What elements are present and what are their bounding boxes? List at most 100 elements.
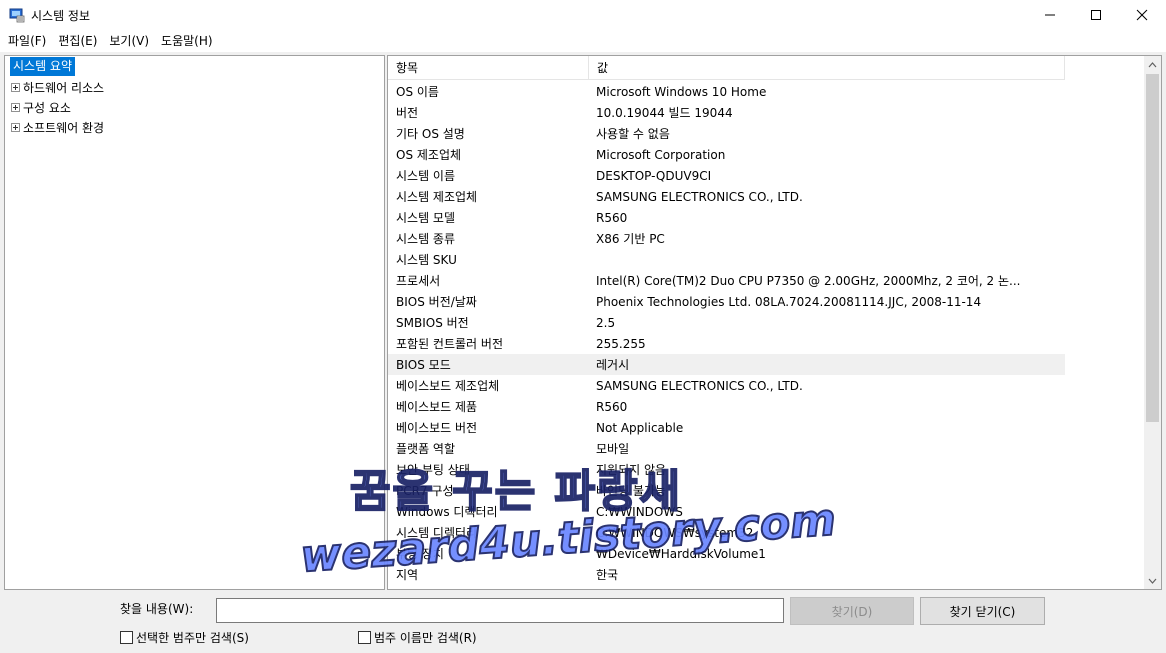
row-item-cell: 베이스보드 제조업체 (396, 379, 500, 393)
list-row[interactable]: SMBIOS 버전 2.5 (388, 312, 1145, 333)
row-value-cell: Microsoft Windows 10 Home (596, 84, 767, 99)
row-item-cell: 지역 (396, 568, 419, 582)
expand-plus-icon[interactable] (11, 82, 20, 92)
list-row[interactable]: 시스템 종류 X86 기반 PC (388, 228, 1145, 249)
scroll-thumb[interactable] (1146, 74, 1159, 422)
expand-plus-icon[interactable] (11, 122, 20, 132)
row-value-cell: 바인딩 불가능 (596, 484, 667, 498)
list-row[interactable]: 버전 10.0.19044 빌드 19044 (388, 102, 1145, 123)
scroll-down-button[interactable] (1144, 572, 1161, 589)
list-row[interactable]: 베이스보드 버전 Not Applicable (388, 417, 1145, 438)
find-input[interactable] (216, 598, 784, 623)
row-value-cell: ₩Device₩HarddiskVolume1 (596, 546, 766, 561)
tree-item-label: 소프트웨어 환경 (23, 120, 105, 135)
list-row[interactable]: 하드웨어 추상화 계층버전 (388, 585, 1145, 589)
tree-item-system-summary[interactable]: 시스템 요약 (10, 57, 76, 76)
expand-plus-icon[interactable] (11, 102, 20, 112)
list-row[interactable]: 시스템 SKU (388, 249, 1145, 270)
row-item-cell: 시스템 디렉터리 (396, 526, 478, 540)
vertical-scrollbar[interactable] (1144, 56, 1161, 589)
row-item-cell: 플랫폼 역할 (396, 442, 456, 456)
chevron-up-icon (1148, 61, 1157, 67)
search-category-names-checkbox[interactable]: 범주 이름만 검색(R) (358, 629, 477, 646)
list-row[interactable]: 시스템 이름 DESKTOP-QDUV9CI (388, 165, 1145, 186)
tree-item-hardware-resources[interactable]: 하드웨어 리소스 (11, 77, 104, 97)
row-item-cell: 시스템 SKU (396, 253, 457, 267)
checkbox-box[interactable] (120, 631, 133, 644)
row-value-cell: 레거시 (596, 358, 630, 372)
tree-item-label: 하드웨어 리소스 (23, 80, 105, 95)
close-button[interactable] (1119, 0, 1165, 30)
list-row[interactable]: 베이스보드 제조업체 SAMSUNG ELECTRONICS CO., LTD. (388, 375, 1145, 396)
row-item-cell: 보안 부팅 상태 (396, 463, 470, 477)
row-value-cell: 사용할 수 없음 (596, 127, 670, 141)
row-item-cell: 시스템 제조업체 (396, 190, 478, 204)
close-find-button[interactable]: 찾기 닫기(C) (920, 597, 1045, 625)
row-value-cell: R560 (596, 399, 628, 414)
minimize-icon (1045, 14, 1055, 16)
maximize-button[interactable] (1073, 0, 1119, 30)
list-row[interactable]: OS 이름 Microsoft Windows 10 Home (388, 81, 1145, 102)
list-row[interactable]: 부팅 장치 ₩Device₩HarddiskVolume1 (388, 543, 1145, 564)
column-header-item[interactable]: 항목 (388, 56, 589, 80)
row-item-cell: Windows 디렉터리 (396, 505, 498, 519)
list-row[interactable]: Windows 디렉터리 C:₩WINDOWS (388, 501, 1145, 522)
close-icon (1136, 9, 1148, 21)
row-value-cell: C:₩WINDOWS₩system32 (596, 525, 754, 540)
search-selected-category-checkbox[interactable]: 선택한 범주만 검색(S) (120, 629, 249, 646)
list-row[interactable]: 포함된 컨트롤러 버전 255.255 (388, 333, 1145, 354)
checkbox-label: 범주 이름만 검색(R) (374, 631, 477, 645)
row-value-cell: Not Applicable (596, 420, 684, 435)
title-bar: 시스템 정보 (0, 0, 1166, 30)
tree-item-components[interactable]: 구성 요소 (11, 97, 71, 117)
row-value-cell: DESKTOP-QDUV9CI (596, 168, 712, 183)
list-row[interactable]: 프로세서 Intel(R) Core(TM)2 Duo CPU P7350 @ 2… (388, 270, 1145, 291)
maximize-icon (1091, 10, 1101, 20)
row-item-cell: BIOS 버전/날짜 (396, 295, 477, 309)
details-list[interactable]: 항목 값 OS 이름 Microsoft Windows 10 Home 버전 10.… (387, 55, 1162, 590)
find-label: 찾을 내용(W): (120, 602, 194, 616)
row-item-cell: 프로세서 (396, 274, 441, 288)
list-row[interactable]: 기타 OS 설명 사용할 수 없음 (388, 123, 1145, 144)
menu-help[interactable]: 도움말(H) (155, 31, 219, 51)
checkbox-box[interactable] (358, 631, 371, 644)
row-item-cell: 포함된 컨트롤러 버전 (396, 337, 503, 351)
list-row[interactable]: 베이스보드 제품 R560 (388, 396, 1145, 417)
row-item-cell: SMBIOS 버전 (396, 316, 469, 330)
minimize-button[interactable] (1027, 0, 1073, 30)
row-value-cell: 255.255 (596, 336, 646, 351)
list-row[interactable]: 시스템 모델 R560 (388, 207, 1145, 228)
column-header-value[interactable]: 값 (589, 56, 1065, 80)
row-item-cell: 시스템 모델 (396, 211, 456, 225)
row-value-cell: SAMSUNG ELECTRONICS CO., LTD. (596, 378, 803, 393)
row-value-cell: Phoenix Technologies Ltd. 08LA.7024.2008… (596, 294, 982, 309)
row-item-cell: BIOS 모드 (396, 358, 451, 372)
scroll-up-button[interactable] (1144, 56, 1161, 73)
list-row[interactable]: 시스템 제조업체 SAMSUNG ELECTRONICS CO., LTD. (388, 186, 1145, 207)
find-button[interactable]: 찾기(D) (790, 597, 914, 625)
list-row[interactable]: PCR7 구성 바인딩 불가능 (388, 480, 1145, 501)
list-row[interactable]: 지역 한국 (388, 564, 1145, 585)
row-item-cell: 시스템 종류 (396, 232, 456, 246)
list-row[interactable]: 플랫폼 역할 모바일 (388, 438, 1145, 459)
category-tree[interactable]: 시스템 요약 하드웨어 리소스 구성 요소 소프트웨어 환경 (4, 55, 385, 590)
list-row[interactable]: BIOS 버전/날짜 Phoenix Technologies Ltd. 08LA… (388, 291, 1145, 312)
menu-view[interactable]: 보기(V) (103, 31, 155, 51)
row-item-cell: 베이스보드 제품 (396, 400, 478, 414)
menu-file[interactable]: 파일(F) (2, 31, 52, 51)
list-row[interactable]: 시스템 디렉터리 C:₩WINDOWS₩system32 (388, 522, 1145, 543)
row-value-cell: Intel(R) Core(TM)2 Duo CPU P7350 @ 2.00G… (596, 274, 1021, 288)
list-row[interactable]: OS 제조업체 Microsoft Corporation (388, 144, 1145, 165)
tree-item-software-environment[interactable]: 소프트웨어 환경 (11, 117, 104, 137)
row-item-cell: 버전 (396, 106, 419, 120)
list-row[interactable]: 보안 부팅 상태 지원되지 않음 (388, 459, 1145, 480)
row-value-cell: 지원되지 않음 (596, 463, 667, 477)
row-value-cell: 한국 (596, 568, 619, 582)
row-value-cell: 10.0.19044 빌드 19044 (596, 106, 733, 120)
row-value-cell: SAMSUNG ELECTRONICS CO., LTD. (596, 189, 803, 204)
row-value-cell: X86 기반 PC (596, 232, 665, 246)
list-row[interactable]: BIOS 모드 레거시 (388, 354, 1065, 375)
menu-edit[interactable]: 편집(E) (52, 31, 103, 51)
row-item-cell: 베이스보드 버전 (396, 421, 478, 435)
row-value-cell: C:₩WINDOWS (596, 504, 683, 519)
